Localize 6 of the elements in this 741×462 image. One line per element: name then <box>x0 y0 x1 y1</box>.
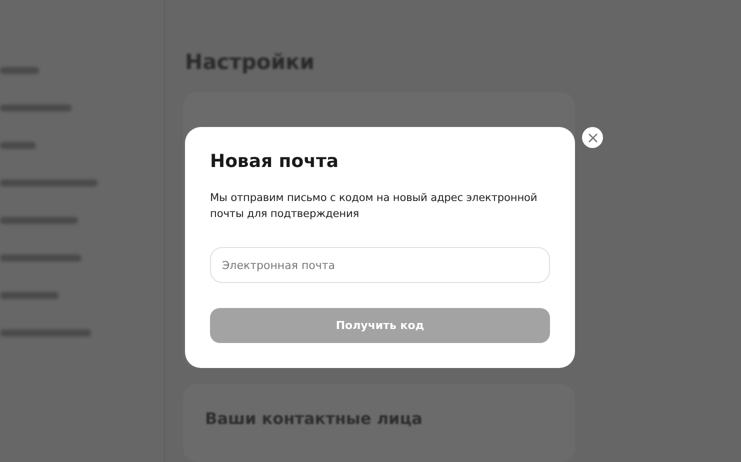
dialog-description: Мы отправим письмо с кодом на новый адрес электронной почты для подтверждения <box>210 191 538 222</box>
contacts-title: Ваши контактные лица <box>205 408 424 428</box>
page-title: Настройки <box>185 50 316 74</box>
close-icon[interactable] <box>582 127 603 148</box>
email-field[interactable]: Электронная почта <box>210 247 550 283</box>
dialog-title: Новая почта <box>210 151 340 172</box>
